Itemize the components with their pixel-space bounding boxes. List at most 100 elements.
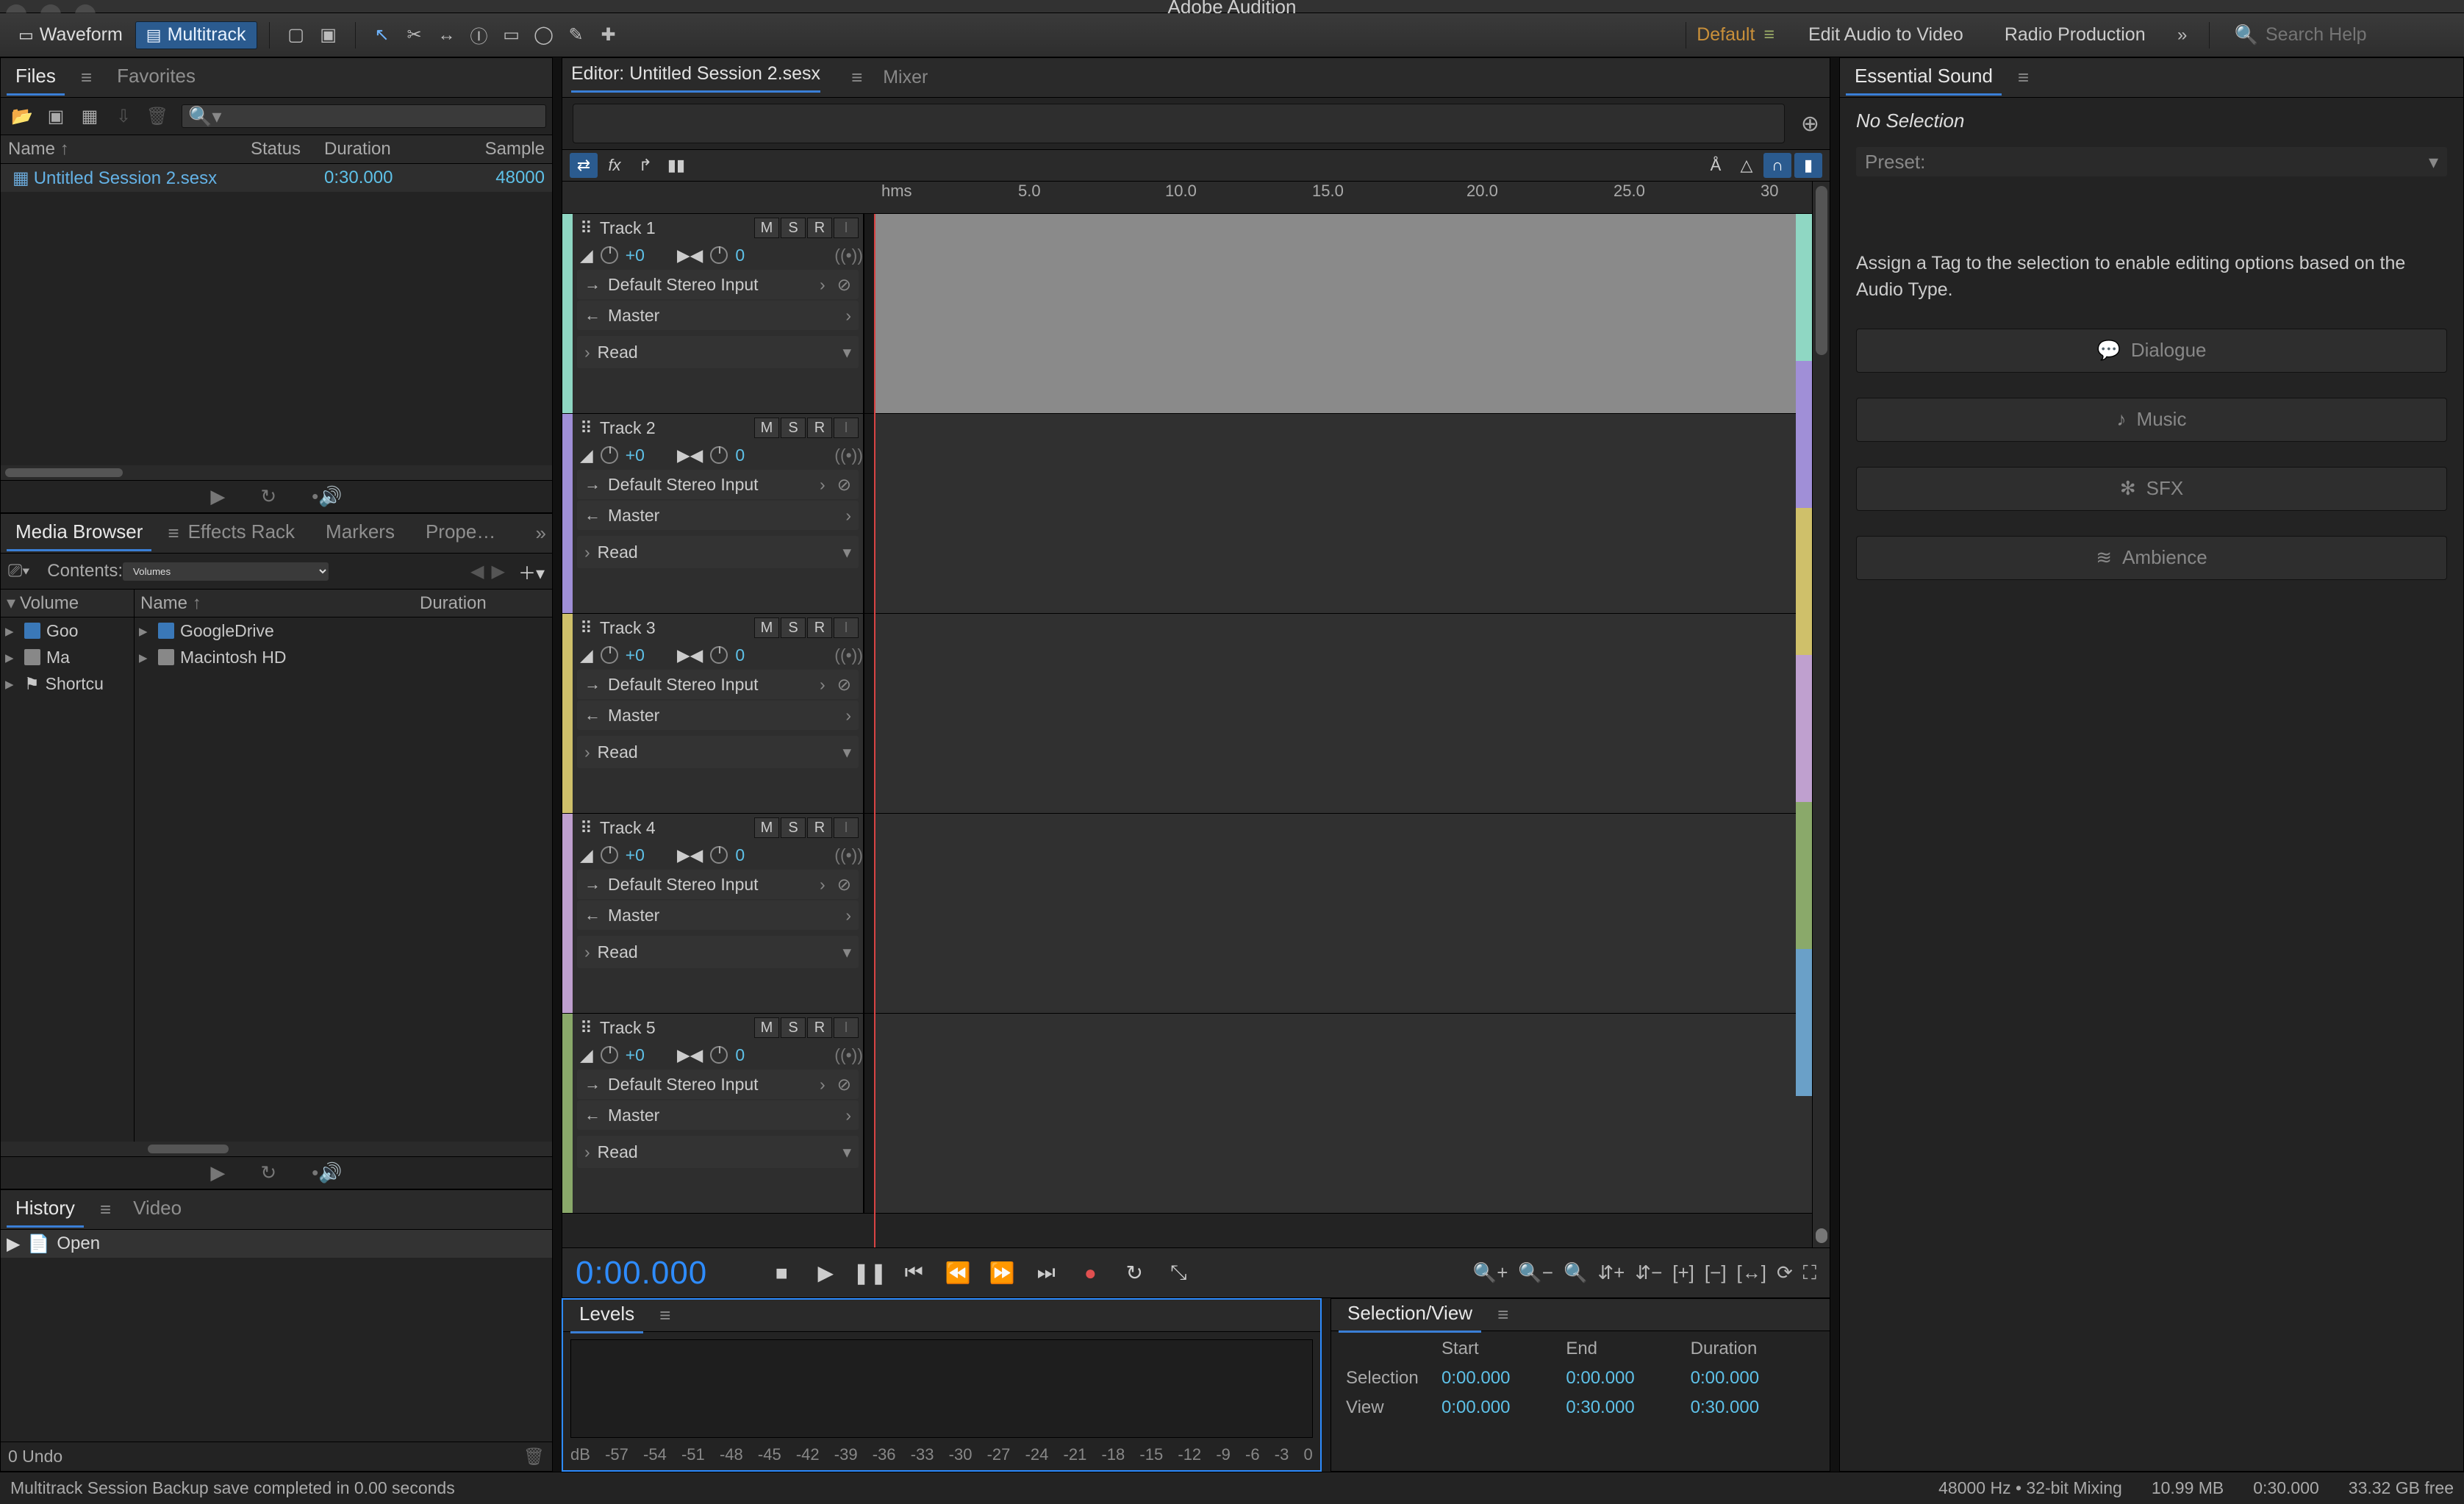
track-lane[interactable] [874,614,1812,813]
tracks-vscroll[interactable] [1812,182,1830,1247]
move-tool-icon[interactable]: ↖ [366,21,398,49]
phase-icon[interactable]: ⊘ [837,675,851,695]
volume-value[interactable]: +0 [626,1045,645,1065]
loop-icon[interactable]: ↻ [260,485,276,508]
lasso-tool-icon[interactable]: ◯ [528,21,560,49]
clip-name-field[interactable] [573,104,1785,143]
tab-editor[interactable]: Editor: Untitled Session 2.sesx [571,63,820,93]
mute-button[interactable]: M [754,617,779,638]
mb-hscroll[interactable] [1,1142,552,1156]
pan-knob[interactable] [710,846,728,864]
solo-button[interactable]: S [781,1017,806,1038]
pan-value[interactable]: 0 [735,246,745,265]
pan-knob[interactable] [710,446,728,464]
zoom-sel-in-icon[interactable]: [+] [1672,1261,1694,1285]
tab-effects-rack[interactable]: Effects Rack [179,516,304,551]
go-end-button[interactable]: ⏭ [1031,1258,1061,1289]
volume-knob[interactable] [601,446,618,464]
tab-selection-view[interactable]: Selection/View [1339,1297,1481,1332]
drive-icon[interactable]: ⎚▾ [8,561,29,581]
monitor-input-button[interactable]: I [834,617,859,638]
multitrack-button[interactable]: ▤Multitrack [135,21,257,49]
files-search[interactable]: 🔍▾ [182,104,546,128]
new-file-icon[interactable]: ▣ [40,103,71,129]
output-route[interactable]: ←Master› [577,301,859,330]
levels-menu-icon[interactable]: ≡ [659,1304,670,1327]
sort-asc-icon[interactable]: ↑ [60,139,69,159]
volume-knob[interactable] [601,1046,618,1064]
solo-button[interactable]: S [781,817,806,838]
automation-mode[interactable]: ›Read▾ [577,536,859,568]
tab-history[interactable]: History [7,1192,84,1227]
tab-media-browser[interactable]: Media Browser [7,516,151,551]
tab-mixer[interactable]: Mixer [883,67,928,88]
zoom-in-v-icon[interactable]: ⇵+ [1597,1261,1625,1285]
loop-button[interactable]: ↻ [1119,1258,1150,1289]
pan-value[interactable]: 0 [735,1045,745,1065]
zoom-out-h-icon[interactable]: 🔍− [1518,1261,1553,1285]
trash-icon[interactable]: 🗑 [142,103,173,129]
volume-value[interactable]: +0 [626,246,645,265]
zoom-to-sel-icon[interactable]: [↔] [1737,1261,1766,1285]
sel-start[interactable]: 0:00.000 [1441,1368,1566,1389]
import-icon[interactable]: ⇩ [108,103,139,129]
track-color[interactable] [562,614,573,813]
mute-button[interactable]: M [754,218,779,238]
rewind-button[interactable]: ⏪ [942,1258,973,1289]
stop-button[interactable]: ■ [766,1258,797,1289]
zoom-in-h-icon[interactable]: 🔍+ [1473,1261,1508,1285]
vol-row-google[interactable]: ▸Goo [1,617,134,644]
phase-icon[interactable]: ⊘ [837,275,851,295]
fx-icon[interactable]: fx [601,153,628,178]
zoom-reset-icon[interactable]: 🔍 [1564,1261,1587,1285]
tab-levels[interactable]: Levels [570,1298,643,1333]
phase-icon[interactable]: ⊘ [837,475,851,495]
sel-dur[interactable]: 0:00.000 [1691,1368,1815,1389]
track-color[interactable] [562,1014,573,1213]
monitor-input-button[interactable]: I [834,418,859,438]
volume-value[interactable]: +0 [626,645,645,665]
tab-properties[interactable]: Prope… [417,516,504,551]
play-icon[interactable]: ▶ [210,485,225,508]
track-color[interactable] [562,414,573,613]
stereo-icon[interactable]: ((•)) [834,445,863,465]
output-route[interactable]: ←Master› [577,900,859,930]
track-name[interactable]: Track 4 [600,818,656,838]
es-dialogue-button[interactable]: 💬Dialogue [1856,329,2447,373]
snapping-on-icon[interactable]: ∩ [1763,153,1791,178]
waveform-button[interactable]: ▭Waveform [7,21,134,49]
autoplay-icon[interactable]: •🔊 [312,1161,342,1184]
vol-row-mac[interactable]: ▸Ma [1,644,134,670]
add-channel-icon[interactable]: ⊕ [1801,111,1819,137]
trash-icon[interactable]: 🗑 [523,1447,545,1467]
arm-record-button[interactable]: R [807,1017,832,1038]
input-route[interactable]: →Default Stereo Input›⊘ [577,670,859,699]
input-route[interactable]: →Default Stereo Input›⊘ [577,870,859,899]
input-route[interactable]: →Default Stereo Input›⊘ [577,270,859,299]
monitor-input-button[interactable]: I [834,218,859,238]
automation-mode[interactable]: ›Read▾ [577,736,859,768]
arm-record-button[interactable]: R [807,617,832,638]
output-route[interactable]: ←Master› [577,1100,859,1130]
input-route[interactable]: →Default Stereo Input›⊘ [577,470,859,499]
solo-button[interactable]: S [781,218,806,238]
output-route[interactable]: ←Master› [577,501,859,530]
view-start[interactable]: 0:00.000 [1441,1397,1566,1418]
track-color[interactable] [562,214,573,413]
brush-tool-icon[interactable]: ✎ [560,21,592,49]
track-name[interactable]: Track 5 [600,1018,656,1038]
pause-button[interactable]: ❚❚ [854,1258,885,1289]
new-multitrack-icon[interactable]: ▦ [74,103,105,129]
open-file-icon[interactable]: 📂 [7,103,37,129]
play-button[interactable]: ▶ [810,1258,841,1289]
go-start-button[interactable]: ⏮ [898,1258,929,1289]
add-shortcut-icon[interactable]: ＋▾ [518,559,545,584]
volume-value[interactable]: +0 [626,845,645,865]
slip-tool-icon[interactable]: ↔ [431,21,463,49]
preset-dropdown[interactable]: Preset:▾ [1856,147,2447,176]
track-lane[interactable] [874,814,1812,1013]
zoom-all-icon[interactable]: ⛶ [1803,1261,1816,1285]
sv-menu-icon[interactable]: ≡ [1497,1303,1508,1326]
ws-edit-audio-video[interactable]: Edit Audio to Video [1808,24,1963,46]
overflow-icon[interactable]: » [536,522,546,545]
